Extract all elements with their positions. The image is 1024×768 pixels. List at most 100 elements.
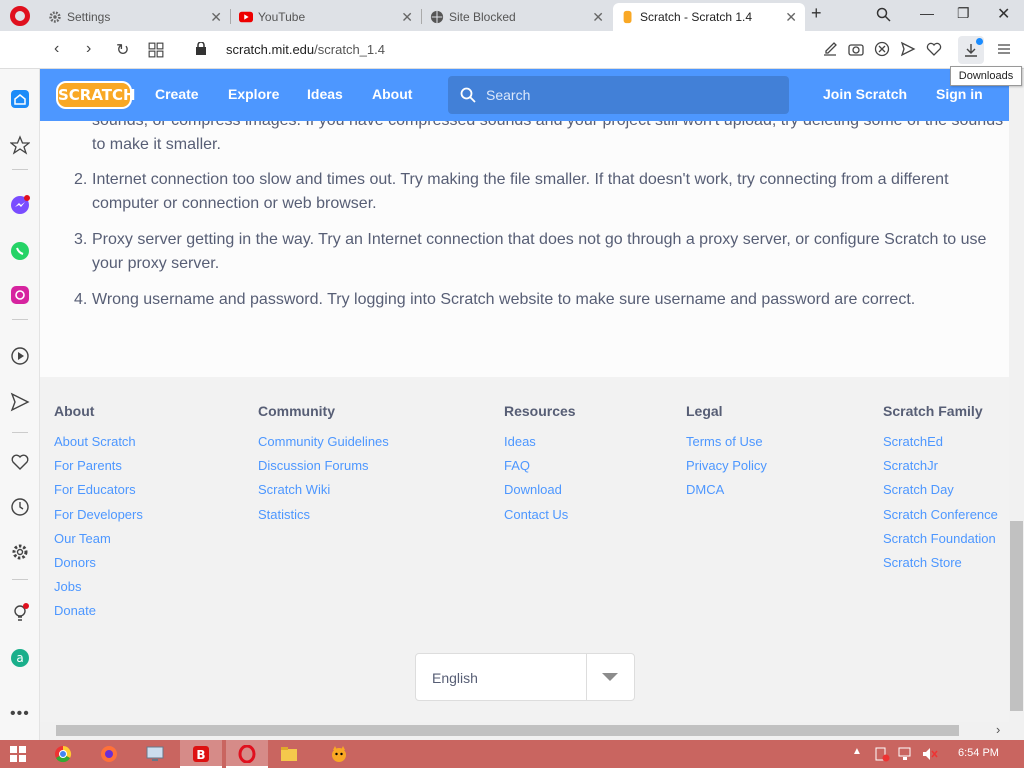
footer-link[interactable]: Ideas (504, 433, 576, 457)
tab-label: Site Blocked (449, 10, 516, 24)
search-input[interactable]: Search (448, 76, 789, 114)
minimize-button[interactable]: — (920, 5, 934, 21)
easy-setup-icon[interactable] (996, 41, 1012, 57)
tray-expand-icon[interactable]: ▲ (852, 746, 862, 757)
tab-scratch[interactable]: Scratch - Scratch 1.4 ✕ (613, 3, 805, 31)
footer-link[interactable]: For Parents (54, 457, 143, 481)
footer-link[interactable]: DMCA (686, 481, 767, 505)
scratch-logo[interactable]: SCRATCH (56, 81, 136, 109)
gear-icon (49, 11, 61, 23)
firefox-icon (101, 746, 117, 762)
close-icon[interactable]: ✕ (592, 9, 604, 26)
lock-icon[interactable] (196, 42, 206, 55)
messenger-icon[interactable] (10, 195, 30, 215)
send-icon[interactable] (900, 41, 916, 57)
reload-button[interactable]: ↻ (116, 40, 129, 60)
list-item-text-partial: sounds, or compress images. If you have … (92, 121, 1003, 153)
footer-link[interactable]: Privacy Policy (686, 457, 767, 481)
opera-logo-icon[interactable] (10, 6, 30, 26)
tips-lightbulb-icon[interactable] (10, 603, 30, 623)
taskbar-firefox[interactable] (88, 740, 130, 768)
sign-in-link[interactable]: Sign in (936, 86, 983, 102)
scrollbar-thumb[interactable] (56, 725, 959, 736)
list-number: 3. (74, 231, 88, 248)
instagram-icon[interactable] (10, 285, 30, 305)
tab-site-blocked[interactable]: Site Blocked ✕ (422, 3, 612, 31)
scrollbar-thumb[interactable] (1010, 521, 1023, 711)
footer-link[interactable]: Scratch Foundation (883, 530, 998, 554)
footer-link[interactable]: Contact Us (504, 506, 576, 530)
footer-link[interactable]: About Scratch (54, 433, 143, 457)
nav-about[interactable]: About (372, 86, 412, 102)
footer-link[interactable]: Donors (54, 554, 143, 578)
speed-dial-icon[interactable] (148, 42, 164, 58)
maximize-button[interactable]: ❐ (957, 5, 970, 22)
footer-link[interactable]: Scratch Wiki (258, 481, 389, 505)
taskbar-app-b[interactable]: B (180, 740, 222, 768)
close-icon[interactable]: ✕ (210, 9, 222, 26)
nav-create[interactable]: Create (155, 86, 199, 102)
footer-link[interactable]: ScratchJr (883, 457, 998, 481)
taskbar-file-explorer[interactable] (268, 740, 310, 768)
footer-link[interactable]: For Educators (54, 481, 143, 505)
tray-volume-mute-icon[interactable] (922, 746, 938, 762)
flow-icon[interactable] (10, 392, 30, 412)
footer-link[interactable]: FAQ (504, 457, 576, 481)
youtube-icon (239, 11, 253, 23)
heart-icon[interactable] (926, 41, 942, 57)
settings-gear-icon[interactable] (10, 542, 30, 562)
url-field[interactable]: scratch.mit.edu/scratch_1.4 (226, 42, 385, 57)
footer-link[interactable]: Scratch Store (883, 554, 998, 578)
list-number: 2. (74, 171, 88, 188)
footer-link[interactable]: Statistics (258, 506, 389, 530)
footer-link[interactable]: ScratchEd (883, 433, 998, 457)
footer-heading: Community (258, 403, 335, 419)
footer-link[interactable]: Terms of Use (686, 433, 767, 457)
taskbar-clock[interactable]: 6:54 PM (958, 747, 999, 759)
bookmarks-icon[interactable] (10, 135, 30, 155)
horizontal-scrollbar[interactable]: › (40, 722, 1009, 740)
nav-explore[interactable]: Explore (228, 86, 279, 102)
tray-network-icon[interactable] (874, 746, 890, 762)
favorites-heart-icon[interactable] (10, 452, 30, 472)
footer-link[interactable]: Jobs (54, 578, 143, 602)
svg-text:B: B (196, 748, 205, 762)
snap-icon[interactable] (822, 41, 838, 57)
footer-link[interactable]: For Developers (54, 506, 143, 530)
home-icon[interactable] (10, 89, 30, 109)
vertical-scrollbar[interactable] (1009, 69, 1024, 740)
new-tab-button[interactable]: + (811, 3, 822, 24)
taskbar-scratch[interactable] (318, 740, 360, 768)
footer-link[interactable]: Scratch Conference (883, 506, 998, 530)
back-button[interactable]: ‹ (54, 40, 59, 58)
more-icon[interactable]: ••• (10, 705, 30, 723)
taskbar-app[interactable] (134, 740, 176, 768)
footer-link[interactable]: Download (504, 481, 576, 505)
join-scratch-link[interactable]: Join Scratch (823, 86, 907, 102)
close-window-button[interactable]: ✕ (997, 4, 1010, 24)
tray-monitor-icon[interactable] (898, 746, 914, 762)
close-icon[interactable]: ✕ (785, 9, 797, 26)
tab-settings[interactable]: Settings ✕ (40, 3, 230, 31)
footer-link[interactable]: Community Guidelines (258, 433, 389, 457)
search-tabs-icon[interactable] (876, 7, 891, 22)
taskbar-chrome[interactable] (42, 740, 84, 768)
scroll-right-icon[interactable]: › (996, 722, 1000, 737)
tab-youtube[interactable]: YouTube ✕ (231, 3, 421, 31)
taskbar-opera[interactable] (226, 740, 268, 768)
language-select[interactable]: English (415, 653, 635, 701)
forward-button[interactable]: › (86, 40, 91, 58)
ad-block-icon[interactable] (874, 41, 890, 57)
player-icon[interactable] (10, 346, 30, 366)
camera-icon[interactable] (848, 41, 864, 57)
windows-start-icon[interactable] (10, 746, 26, 762)
footer-link[interactable]: Donate (54, 602, 143, 626)
aria-icon[interactable]: a (10, 648, 30, 668)
whatsapp-icon[interactable] (10, 241, 30, 261)
close-icon[interactable]: ✕ (401, 9, 413, 26)
footer-link[interactable]: Our Team (54, 530, 143, 554)
footer-link[interactable]: Discussion Forums (258, 457, 389, 481)
footer-link[interactable]: Scratch Day (883, 481, 998, 505)
history-clock-icon[interactable] (10, 497, 30, 517)
nav-ideas[interactable]: Ideas (307, 86, 343, 102)
